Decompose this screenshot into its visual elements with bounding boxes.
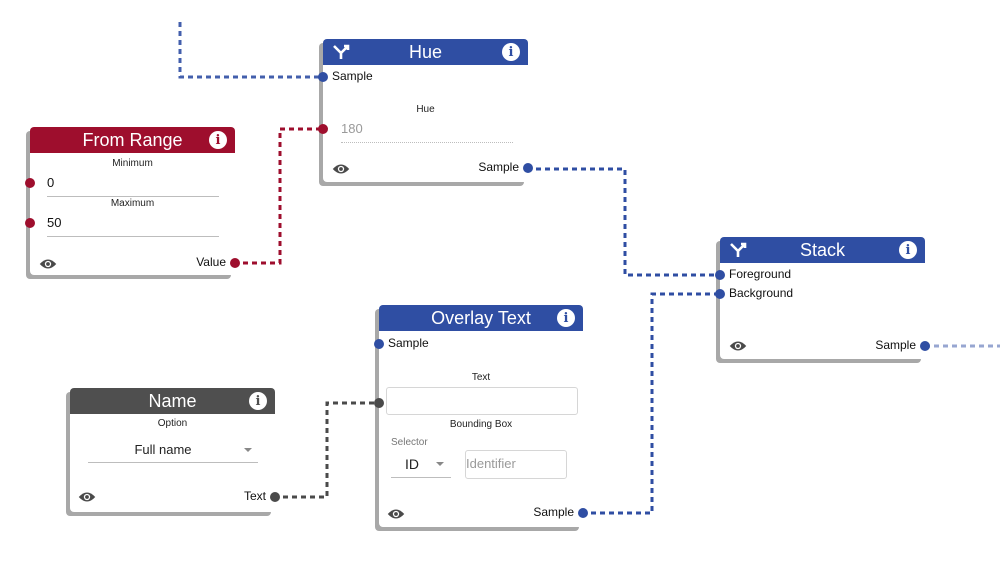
overlay-sample-output-port[interactable] — [578, 508, 588, 518]
hue-node-header[interactable]: Hue i — [323, 39, 528, 65]
eye-icon[interactable] — [39, 258, 57, 270]
hue-sample-output-label: Sample — [478, 160, 519, 174]
wire-fromrange-value-to-hue — [234, 127, 323, 265]
hue-node-title: Hue — [408, 41, 443, 62]
overlay-text-node-title: Overlay Text — [431, 307, 531, 328]
value-output-port[interactable] — [230, 258, 240, 268]
text-input-port[interactable] — [374, 398, 384, 408]
foreground-input-label: Foreground — [729, 267, 792, 281]
stack-sample-output-port[interactable] — [920, 341, 930, 351]
overlay-sample-input-label: Sample — [388, 336, 429, 350]
from-range-node-title: From Range — [82, 129, 183, 150]
text-input[interactable] — [386, 387, 578, 415]
selector-value: ID — [405, 456, 419, 472]
wire-overlay-sample-to-stack-background — [582, 292, 720, 515]
merge-icon — [333, 44, 350, 59]
name-node-header[interactable]: Name i — [70, 388, 275, 414]
name-node-title: Name — [148, 390, 197, 411]
option-value: Full name — [134, 442, 192, 457]
overlay-text-node-header[interactable]: Overlay Text i — [379, 305, 583, 331]
option-dropdown[interactable]: Full name — [88, 436, 258, 463]
eye-icon[interactable] — [78, 491, 96, 503]
bounding-box-label: Bounding Box — [449, 419, 513, 430]
minimum-label: Minimum — [112, 158, 153, 169]
wire-name-text-to-overlay-text — [274, 401, 379, 499]
wire-hue-sample-to-stack-foreground — [527, 167, 720, 277]
eye-icon[interactable] — [332, 163, 350, 175]
identifier-input[interactable]: Identifier — [465, 450, 567, 479]
stack-sample-output-label: Sample — [875, 338, 916, 352]
minimum-input-port[interactable] — [25, 178, 35, 188]
foreground-input-port[interactable] — [715, 270, 725, 280]
value-output-label: Value — [196, 255, 226, 269]
stack-node[interactable]: Stack i Foreground Background Sample — [715, 237, 930, 359]
overlay-text-node[interactable]: Overlay Text i Sample Text Bounding Box … — [374, 305, 588, 527]
info-icon[interactable]: i — [502, 43, 520, 61]
merge-icon — [730, 242, 747, 257]
background-input-label: Background — [729, 286, 794, 300]
text-output-label: Text — [243, 489, 266, 503]
selector-label: Selector — [391, 437, 428, 448]
wire-upstream-to-hue-sample — [178, 22, 323, 79]
info-icon[interactable]: i — [209, 131, 227, 149]
from-range-node[interactable]: From Range i Minimum 0 Maximum 50 Value — [25, 127, 240, 275]
name-node[interactable]: Name i Option Full name Text — [70, 388, 280, 512]
info-icon[interactable]: i — [249, 392, 267, 410]
maximum-input-port[interactable] — [25, 218, 35, 228]
hue-node[interactable]: Hue i Sample Hue 180 Sample — [318, 39, 533, 182]
stack-node-header[interactable]: Stack i — [720, 237, 925, 263]
text-output-port[interactable] — [270, 492, 280, 502]
info-icon[interactable]: i — [899, 241, 917, 259]
hue-value-input-port[interactable] — [318, 124, 328, 134]
hue-sample-output-port[interactable] — [523, 163, 533, 173]
hue-sample-input-port[interactable] — [318, 72, 328, 82]
hue-input[interactable]: 180 — [341, 121, 363, 136]
overlay-sample-input-port[interactable] — [374, 339, 384, 349]
eye-icon[interactable] — [387, 508, 405, 520]
from-range-node-header[interactable]: From Range i — [30, 127, 235, 153]
stack-node-title: Stack — [799, 239, 846, 260]
background-input-port[interactable] — [715, 289, 725, 299]
eye-icon[interactable] — [729, 340, 747, 352]
info-icon[interactable]: i — [557, 309, 575, 327]
chevron-down-icon — [244, 448, 252, 452]
hue-field-label: Hue — [416, 104, 435, 115]
option-label: Option — [157, 418, 188, 429]
maximum-label: Maximum — [110, 198, 155, 209]
identifier-placeholder: Identifier — [466, 456, 516, 471]
selector-dropdown[interactable]: ID — [391, 451, 451, 478]
maximum-input[interactable]: 50 — [47, 215, 61, 230]
minimum-input[interactable]: 0 — [47, 175, 54, 190]
chevron-down-icon — [436, 462, 444, 466]
hue-input-underline — [341, 141, 513, 143]
minimum-underline — [47, 196, 219, 197]
hue-sample-input-label: Sample — [332, 69, 373, 83]
overlay-sample-output-label: Sample — [533, 505, 574, 519]
text-label: Text — [471, 372, 491, 383]
maximum-underline — [47, 236, 219, 237]
